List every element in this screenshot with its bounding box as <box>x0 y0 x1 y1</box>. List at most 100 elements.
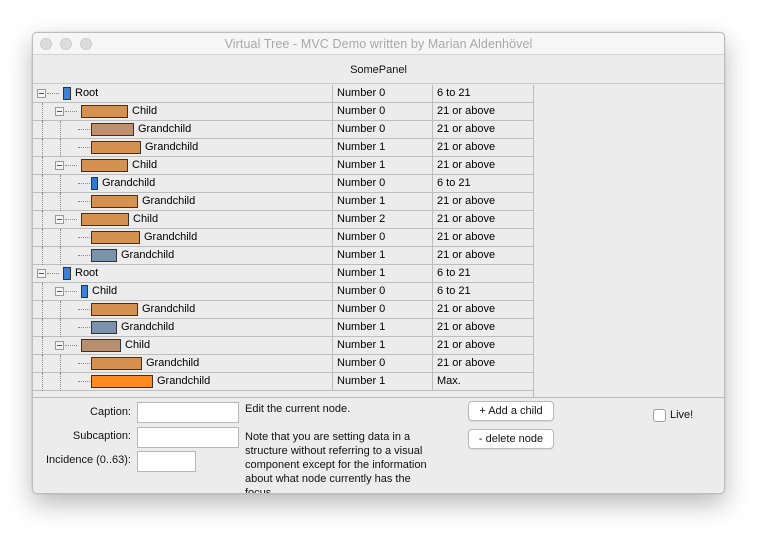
number-cell: Number 0 <box>333 175 433 192</box>
node-number: Number 1 <box>337 249 386 261</box>
incidence-bar <box>91 177 98 190</box>
node-caption: Child <box>132 105 158 117</box>
live-label: Live! <box>670 409 694 421</box>
tree-connector-line <box>78 201 90 202</box>
node-caption: Grandchild <box>144 231 198 243</box>
tree-connector-line <box>78 309 90 310</box>
structure-note: Note that you are setting data in a stru… <box>245 431 427 494</box>
node-cell: Grandchild <box>33 121 333 139</box>
tree-guide-line <box>42 247 43 265</box>
tree-connector-line <box>78 381 90 382</box>
node-caption: Grandchild <box>102 177 156 189</box>
panel-header: SomePanel <box>33 55 724 84</box>
collapse-toggle-icon[interactable] <box>55 161 64 170</box>
tree-connector-line <box>78 363 90 364</box>
tree-guide-line <box>42 283 43 301</box>
edit-note: Edit the current node. <box>245 403 351 415</box>
collapse-toggle-icon[interactable] <box>55 215 64 224</box>
tree-row[interactable]: Child Number 1 21 or above <box>33 157 534 175</box>
tree-view[interactable]: Root Number 0 6 to 21 Child Number 0 21 or ab… <box>33 85 724 398</box>
tree-row[interactable]: Grandchild Number 1 21 or above <box>33 193 534 211</box>
tree-row[interactable]: Grandchild Number 0 21 or above <box>33 229 534 247</box>
node-cell: Grandchild <box>33 175 333 193</box>
node-caption: Grandchild <box>121 249 175 261</box>
subcaption-input[interactable] <box>137 427 239 448</box>
node-number: Number 0 <box>337 303 386 315</box>
tree-row[interactable]: Grandchild Number 0 6 to 21 <box>33 175 534 193</box>
tree-row[interactable]: Root Number 0 6 to 21 <box>33 85 534 103</box>
collapse-toggle-icon[interactable] <box>55 287 64 296</box>
incidence-bar <box>91 321 117 334</box>
node-cell: Child <box>33 103 333 121</box>
range-cell: 6 to 21 <box>433 175 533 192</box>
tree-row[interactable]: Child Number 0 21 or above <box>33 103 534 121</box>
tree-connector-line <box>78 327 90 328</box>
range-cell: 21 or above <box>433 103 533 120</box>
incidence-bar <box>63 87 71 100</box>
range-cell: 21 or above <box>433 301 533 318</box>
node-caption: Grandchild <box>121 321 175 333</box>
collapse-toggle-icon[interactable] <box>55 107 64 116</box>
tree-guide-line <box>42 211 43 229</box>
number-cell: Number 0 <box>333 229 433 246</box>
node-range: 21 or above <box>437 141 496 153</box>
tree-connector-line <box>78 129 90 130</box>
tree-connector-line <box>65 165 77 166</box>
node-number: Number 1 <box>337 375 386 387</box>
tree-row[interactable]: Grandchild Number 1 21 or above <box>33 247 534 265</box>
app-window: Virtual Tree - MVC Demo written by Maria… <box>32 32 725 494</box>
node-cell: Child <box>33 157 333 175</box>
range-cell: 21 or above <box>433 337 533 354</box>
node-caption: Grandchild <box>145 141 199 153</box>
tree-grid: Root Number 0 6 to 21 Child Number 0 21 or ab… <box>33 85 534 397</box>
number-cell: Number 1 <box>333 319 433 336</box>
incidence-bar <box>91 123 134 136</box>
tree-row[interactable]: Grandchild Number 1 21 or above <box>33 319 534 337</box>
tree-row[interactable]: Child Number 2 21 or above <box>33 211 534 229</box>
tree-row[interactable]: Child Number 1 21 or above <box>33 337 534 355</box>
live-checkbox[interactable] <box>653 409 666 422</box>
caption-label: Caption: <box>90 406 131 418</box>
tree-row[interactable]: Grandchild Number 0 21 or above <box>33 301 534 319</box>
tree-guide-line <box>42 193 43 211</box>
node-range: 6 to 21 <box>437 177 471 189</box>
add-child-button[interactable]: + Add a child <box>468 401 554 421</box>
tree-connector-line <box>78 183 90 184</box>
incidence-input[interactable] <box>137 451 196 472</box>
title-bar[interactable]: Virtual Tree - MVC Demo written by Maria… <box>33 33 724 55</box>
tree-guide-line <box>60 247 61 265</box>
node-number: Number 0 <box>337 231 386 243</box>
node-number: Number 2 <box>337 213 386 225</box>
node-cell: Grandchild <box>33 193 333 211</box>
delete-node-button[interactable]: - delete node <box>468 429 554 449</box>
incidence-bar <box>81 159 128 172</box>
edit-panel: Caption: Subcaption: Incidence (0..63): … <box>33 399 724 494</box>
tree-row[interactable]: Grandchild Number 1 Max. <box>33 373 534 391</box>
number-cell: Number 1 <box>333 193 433 210</box>
node-number: Number 0 <box>337 87 386 99</box>
node-number: Number 0 <box>337 357 386 369</box>
tree-connector-line <box>65 111 77 112</box>
caption-input[interactable] <box>137 402 239 423</box>
collapse-toggle-icon[interactable] <box>55 341 64 350</box>
range-cell: 21 or above <box>433 193 533 210</box>
collapse-toggle-icon[interactable] <box>37 269 46 278</box>
incidence-bar <box>91 231 140 244</box>
tree-row[interactable]: Child Number 0 6 to 21 <box>33 283 534 301</box>
node-range: 21 or above <box>437 105 496 117</box>
node-cell: Grandchild <box>33 247 333 265</box>
tree-row[interactable]: Grandchild Number 0 21 or above <box>33 121 534 139</box>
tree-row[interactable]: Grandchild Number 1 21 or above <box>33 139 534 157</box>
node-range: 21 or above <box>437 339 496 351</box>
collapse-toggle-icon[interactable] <box>37 89 46 98</box>
number-cell: Number 1 <box>333 139 433 156</box>
tree-guide-line <box>60 373 61 391</box>
node-number: Number 1 <box>337 141 386 153</box>
tree-connector-line <box>65 345 77 346</box>
incidence-bar <box>91 195 138 208</box>
tree-row[interactable]: Root Number 1 6 to 21 <box>33 265 534 283</box>
tree-row[interactable]: Grandchild Number 0 21 or above <box>33 355 534 373</box>
incidence-bar <box>91 303 138 316</box>
tree-connector-line <box>47 273 59 274</box>
number-cell: Number 1 <box>333 337 433 354</box>
